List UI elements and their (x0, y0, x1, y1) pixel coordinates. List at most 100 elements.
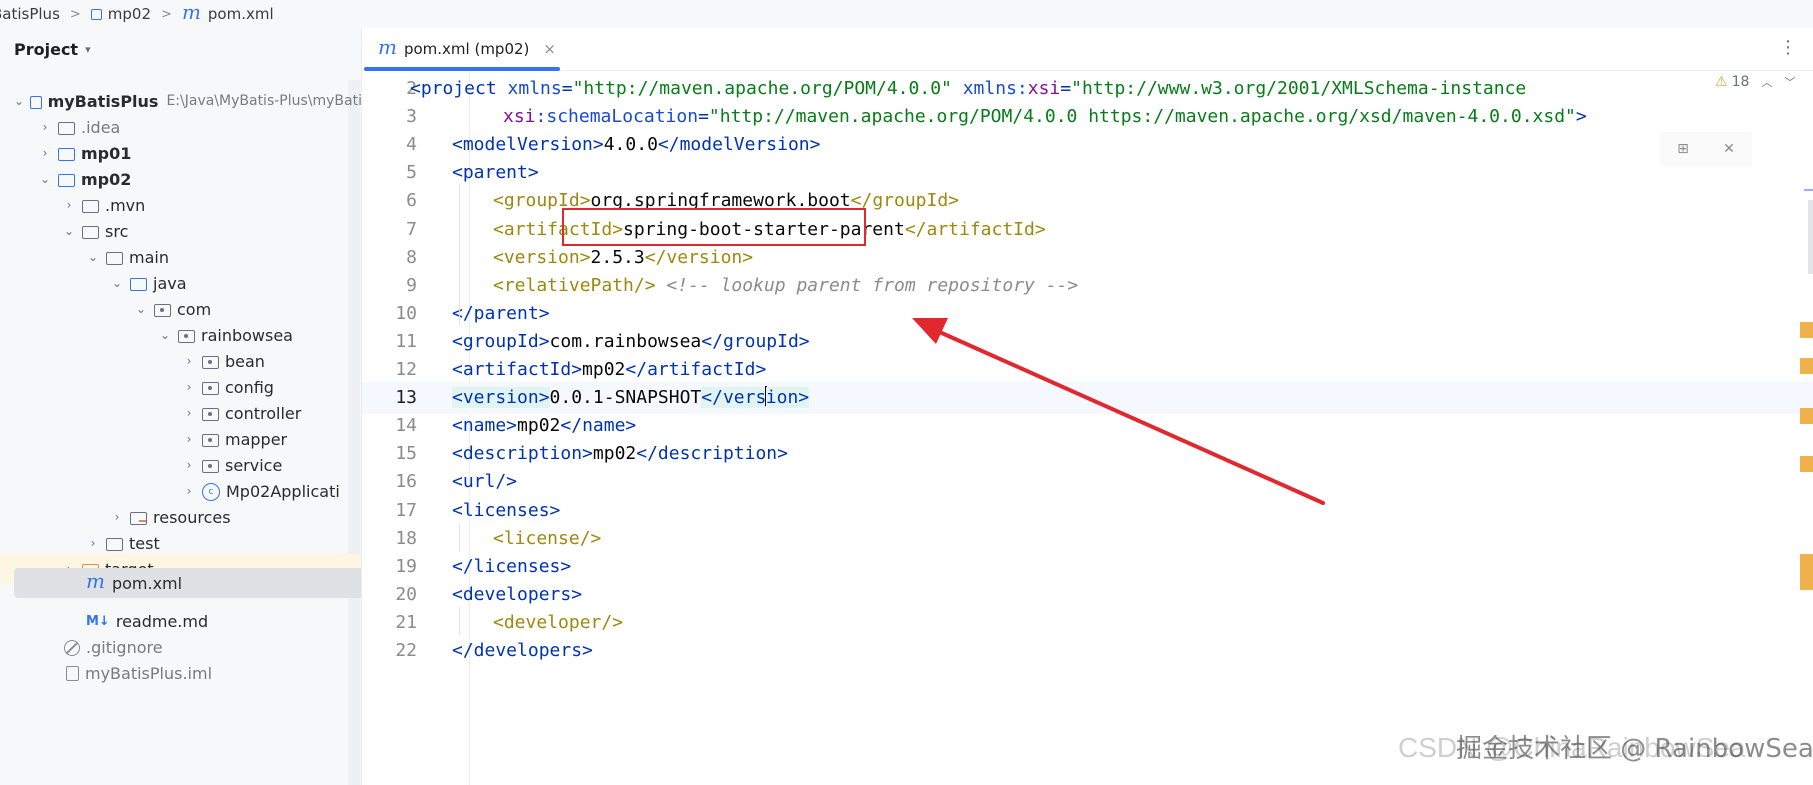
code-line[interactable]: 22 </developers> (362, 635, 1813, 667)
inspection-widget[interactable]: ⚠ 18 ︿ ﹀ (1715, 74, 1795, 90)
code-token: <modelVersion> (452, 134, 604, 156)
annotation-highlight-box (562, 208, 866, 246)
chevron-right-icon: › (42, 120, 48, 134)
code-token: <artifactId> (452, 359, 583, 380)
chevron-down-icon: ⌄ (135, 302, 147, 316)
tree-item-label: java (153, 273, 187, 293)
code-token: </name> (560, 415, 637, 437)
editor-tab-bar: m pom.xml (mp02) × ⋮ (362, 28, 1813, 71)
breadcrumb-label: BatisPlus (0, 5, 60, 23)
project-view-selector[interactable]: Project ▾ (14, 40, 91, 59)
folder-icon (82, 225, 99, 239)
tree-item-label: Mp02Applicati (226, 481, 340, 501)
code-token: </developers> (452, 640, 593, 661)
warning-marker[interactable] (1800, 554, 1813, 590)
code-token: </parent> (452, 302, 550, 324)
code-token: </groupId> (701, 330, 810, 352)
warning-marker[interactable] (1800, 456, 1813, 472)
chevron-down-icon: ⌄ (87, 250, 99, 264)
maven-icon: m (378, 35, 397, 59)
code-token: </licenses> (452, 555, 572, 577)
code-token: "http://maven.apache.org/POM/4.0.0 https… (708, 106, 1576, 128)
watermark-overlay: 掘金技术社区 @ RainbowSea (1456, 728, 1813, 765)
tab-pom-xml[interactable]: m pom.xml (mp02) × (362, 28, 562, 70)
breadcrumb: BatisPlus > mp02 > m pom.xml (0, 0, 1813, 29)
panel-title: Project (14, 40, 79, 59)
module-file-icon (66, 665, 79, 681)
code-text: </developers> (452, 635, 593, 667)
code-token: mp02 (582, 359, 626, 380)
code-editor[interactable]: 2 <project xmlns="http://maven.apache.org… (362, 71, 1813, 785)
module-folder-icon (58, 173, 75, 187)
breadcrumb-item-module[interactable]: mp02 (90, 5, 151, 23)
chevron-right-icon: › (186, 458, 192, 472)
indent-guide (459, 522, 460, 551)
warning-marker[interactable] (1800, 408, 1813, 424)
warning-marker[interactable] (1800, 322, 1813, 338)
reader-mode-popup: ⊞ ✕ (1660, 132, 1752, 166)
chevron-right-icon: › (42, 146, 48, 160)
tree-item-label: main (129, 247, 169, 267)
line-number[interactable]: 22 (362, 635, 417, 667)
module-folder-icon (58, 147, 75, 161)
tree-item-label: controller (225, 403, 302, 423)
folder-icon (82, 199, 99, 213)
chevron-down-icon: ⌄ (111, 276, 123, 290)
package-icon (178, 329, 195, 343)
reader-mode-icon[interactable]: ⊞ (1677, 141, 1689, 157)
tree-item-label: bean (225, 351, 265, 371)
warning-count: 18 (1731, 74, 1750, 90)
warning-marker[interactable] (1800, 358, 1813, 374)
tree-item-path: E:\Java\MyBatis-Plus\myBati (166, 93, 362, 109)
code-token: "http://www.w3.org/2001/XMLSchema-instan… (1071, 78, 1527, 99)
code-token: <developer/> (493, 611, 624, 633)
watermark-overlay-text: 掘金技术社区 @ RainbowSea (1456, 734, 1813, 764)
code-token: mp02 (517, 415, 561, 437)
chevron-right-icon: › (186, 484, 192, 498)
code-token: </vers (701, 387, 767, 409)
tree-item-iml[interactable]: myBatisPlus.iml (0, 658, 361, 688)
package-icon (202, 355, 219, 369)
chevron-down-icon[interactable]: ﹀ (1784, 74, 1795, 90)
tree-item-label: .mvn (105, 195, 146, 215)
code-token: xsi (1027, 78, 1061, 99)
code-token: </artifactId> (904, 218, 1046, 240)
code-token: <version> (452, 387, 550, 409)
tree-item-label: mp01 (81, 143, 132, 163)
indent-guide (459, 606, 460, 635)
module-icon (90, 8, 102, 20)
code-token: <url/> (452, 471, 518, 493)
code-token: 4.0.0 (603, 134, 658, 156)
chevron-up-icon[interactable]: ︿ (1761, 74, 1772, 90)
chevron-down-icon: ⌄ (39, 172, 51, 186)
code-token: xsi (503, 106, 536, 128)
tree-item-label: pom.xml (111, 573, 183, 593)
code-token: <project (410, 78, 508, 99)
breadcrumb-item-project[interactable]: BatisPlus (0, 5, 60, 23)
scrollbar-thumb[interactable] (1808, 200, 1813, 274)
close-icon[interactable]: ✕ (1723, 141, 1735, 157)
code-token: 2.5.3 (590, 246, 645, 268)
tree-item-label: service (225, 455, 283, 475)
chevron-right-icon: › (186, 380, 192, 394)
breadcrumb-label: pom.xml (207, 5, 274, 23)
tree-item-pom-xml[interactable]: m pom.xml (14, 568, 361, 598)
tree-item-label: readme.md (115, 611, 209, 631)
maven-icon: m (181, 0, 201, 24)
more-options-icon[interactable]: ⋮ (1779, 37, 1797, 58)
warning-icon: ⚠ (1715, 74, 1728, 90)
chevron-right-icon: › (186, 354, 192, 368)
close-icon[interactable]: × (543, 40, 556, 58)
indent-guide (459, 185, 460, 326)
change-marker (1804, 189, 1813, 191)
breadcrumb-item-file[interactable]: m pom.xml (181, 0, 274, 26)
chevron-right-icon: › (90, 536, 96, 550)
package-icon (202, 381, 219, 395)
code-token: "http://maven.apache.org/POM/4.0.0" (572, 78, 952, 99)
code-token: xmlns (507, 78, 562, 99)
code-token: <licenses> (452, 499, 561, 521)
code-token: <developers> (452, 583, 583, 605)
code-token: xmlns: (962, 78, 1028, 99)
